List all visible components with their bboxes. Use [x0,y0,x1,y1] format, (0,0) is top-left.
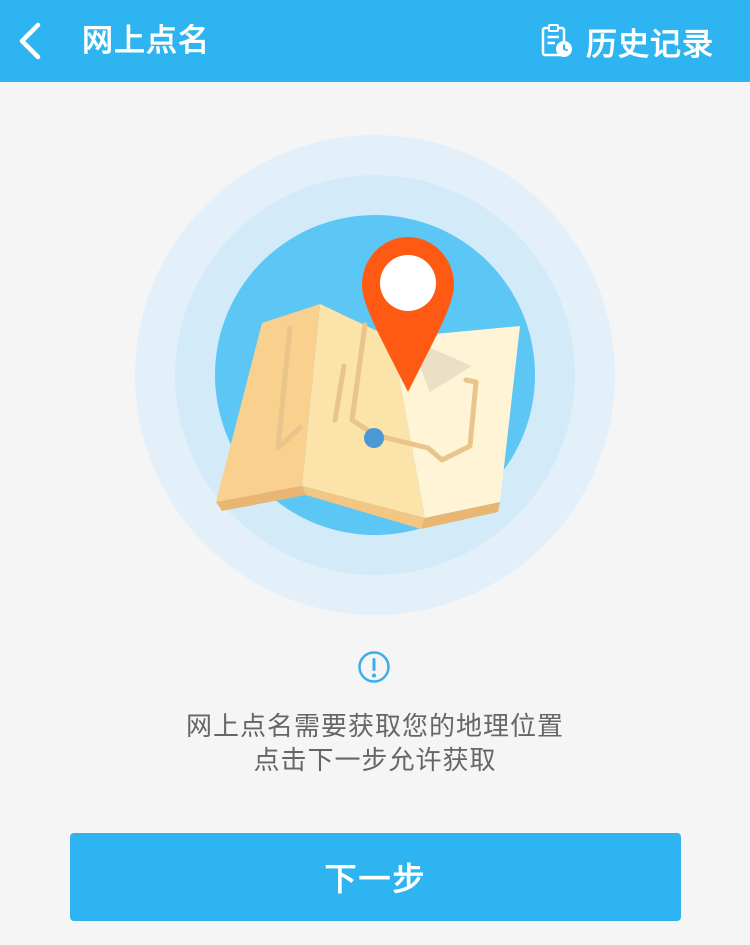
history-label: 历史记录 [586,26,714,63]
exclamation-circle-icon [358,651,390,683]
map-location-pin-icon [135,135,615,615]
clipboard-clock-icon [540,23,574,59]
chevron-left-icon [19,22,41,60]
next-step-button[interactable]: 下一步 [70,833,681,921]
top-app-bar: 网上点名 历史记录 [0,0,750,82]
permission-hint: 点击下一步允许获取 [253,746,497,776]
history-button[interactable]: 历史记录 [540,0,714,82]
back-button[interactable] [10,16,50,66]
map-illustration [130,130,620,620]
permission-message: 网上点名需要获取您的地理位置 [185,712,564,742]
page-title: 网上点名 [82,23,210,59]
